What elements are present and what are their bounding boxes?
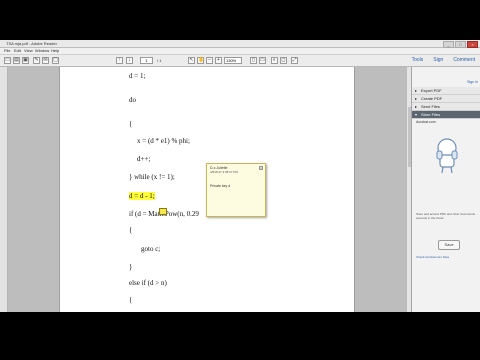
- close-icon[interactable]: ×: [259, 166, 263, 170]
- tab-sign[interactable]: Sign: [428, 55, 448, 66]
- code-line: goto c;: [141, 245, 161, 253]
- code-line: d = 1;: [129, 72, 146, 80]
- page-total: / 1: [157, 58, 162, 63]
- panel-store-files[interactable]: ▾ Store Files: [412, 111, 480, 119]
- sign-in-link[interactable]: Sign In: [467, 80, 478, 84]
- menu-help[interactable]: Help: [51, 48, 59, 54]
- comment-icon[interactable]: ▢: [52, 57, 59, 64]
- tools-pane: Sign In ▸ Export PDF ▸ Create PDF ▸ Send Fi…: [411, 67, 480, 312]
- note-text[interactable]: Private key d: [210, 184, 230, 188]
- save-icon[interactable]: ▣: [22, 57, 29, 64]
- expand-icon: ▸: [415, 104, 418, 109]
- code-line: else if (d > n): [129, 279, 167, 287]
- menu-window[interactable]: Window: [35, 48, 49, 54]
- fit-page-icon[interactable]: ▯: [250, 57, 257, 64]
- print-icon[interactable]: ▤: [13, 57, 20, 64]
- navigation-pane-strip: [0, 67, 8, 312]
- note-date: 4/5/2017 3:08:07 PM: [210, 170, 238, 174]
- panel-label: Create PDF: [421, 96, 443, 101]
- menu-edit[interactable]: Edit: [14, 48, 21, 54]
- code-line: {: [129, 120, 133, 128]
- highlight-annotation[interactable]: d = d - 1;: [129, 192, 155, 200]
- task-tabs: Tools Sign Comment: [407, 55, 480, 66]
- email-icon[interactable]: ✉: [42, 57, 49, 64]
- menu-file[interactable]: File: [4, 48, 10, 54]
- open-icon[interactable]: ▭: [4, 57, 11, 64]
- title-bar: TSA mja.pdf - Adobe Reader _ □ ×: [0, 40, 480, 48]
- fit-width-icon[interactable]: ▭: [259, 57, 266, 64]
- toolbar: ▭ ▤ ▣ ✎ ✉ ▢ ↑ ↓ 1 / 1 ↖ ✋ − + 130% ▯ ▭ ◐…: [0, 55, 480, 67]
- code-line: {: [129, 296, 133, 304]
- minimize-button[interactable]: _: [443, 41, 454, 48]
- collapse-icon: ▾: [415, 112, 418, 117]
- panel-label: Store Files: [421, 112, 441, 117]
- code-line: do: [129, 96, 136, 104]
- panel-create-pdf[interactable]: ▸ Create PDF: [412, 95, 480, 103]
- panel-label: Export PDF: [421, 88, 442, 93]
- panel-label: Send Files: [421, 104, 440, 109]
- zoom-select[interactable]: 130%: [224, 57, 242, 64]
- code-line: d++;: [137, 155, 151, 163]
- prev-page-icon[interactable]: ↑: [116, 57, 123, 64]
- cloud-storage-illustration: [436, 138, 458, 174]
- code-line: }: [129, 263, 133, 271]
- close-window-button[interactable]: ×: [467, 41, 478, 48]
- adobe-reader-window: TSA mja.pdf - Adobe Reader _ □ × File Ed…: [0, 40, 480, 312]
- panel-export-pdf[interactable]: ▸ Export PDF: [412, 87, 480, 95]
- code-line: {: [129, 226, 133, 234]
- edit-icon[interactable]: ✎: [33, 57, 40, 64]
- page-number-input[interactable]: 1: [140, 57, 153, 64]
- zoom-out-icon[interactable]: −: [206, 57, 213, 64]
- window-title: TSA mja.pdf - Adobe Reader: [6, 41, 57, 46]
- menu-view[interactable]: View: [24, 48, 33, 54]
- tab-tools[interactable]: Tools: [407, 55, 429, 66]
- select-tool-icon[interactable]: ↖: [188, 57, 195, 64]
- read-mode-icon[interactable]: ⤢: [291, 57, 298, 64]
- expand-icon: ▸: [415, 88, 418, 93]
- hand-tool-icon[interactable]: ✋: [197, 57, 204, 64]
- maximize-button[interactable]: □: [455, 41, 466, 48]
- code-line: x = (d * e1) % phi;: [137, 137, 190, 145]
- store-description: Store and access PDF and other documents…: [416, 212, 476, 220]
- sticky-note-icon[interactable]: ◻: [280, 57, 287, 64]
- window-controls: _ □ ×: [443, 41, 478, 48]
- code-line: } while (x != 1);: [129, 173, 175, 181]
- highlight-icon[interactable]: ◐: [271, 57, 278, 64]
- next-page-icon[interactable]: ↓: [126, 57, 133, 64]
- store-title: Acrobat.com: [416, 120, 436, 124]
- code-line-highlighted[interactable]: d = d - 1;: [129, 192, 155, 200]
- check-files-link[interactable]: Check Acrobat.com Files: [416, 255, 449, 259]
- zoom-in-icon[interactable]: +: [215, 57, 222, 64]
- sticky-note-icon[interactable]: [159, 208, 167, 215]
- save-button[interactable]: Save: [438, 240, 460, 250]
- note-popup[interactable]: D-x Juliette 4/5/2017 3:08:07 PM × Priva…: [206, 163, 266, 217]
- expand-icon: ▸: [415, 96, 418, 101]
- panel-send-files[interactable]: ▸ Send Files: [412, 103, 480, 111]
- tab-comment[interactable]: Comment: [448, 55, 480, 66]
- menu-bar: File Edit View Window Help: [0, 48, 480, 55]
